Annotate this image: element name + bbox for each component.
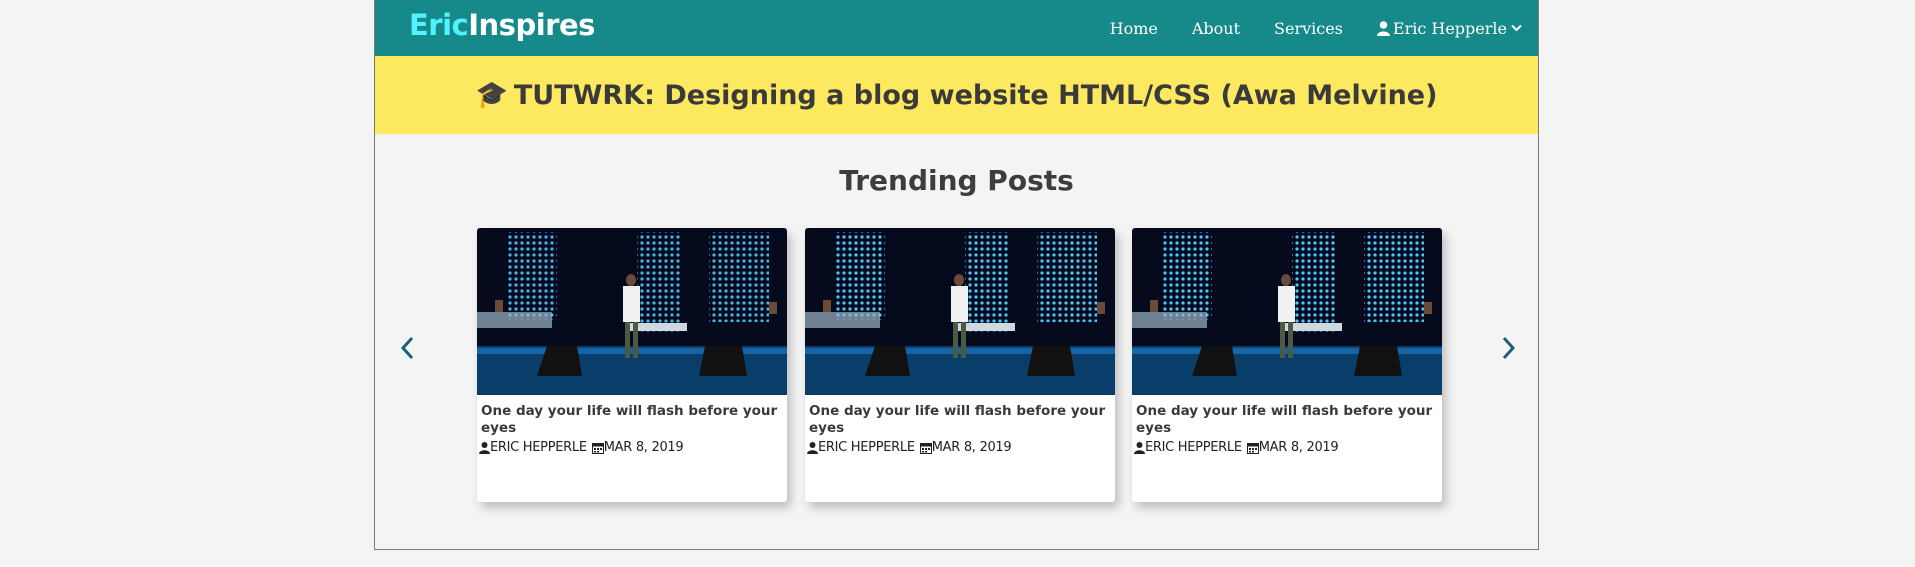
- user-menu[interactable]: Eric Hepperle: [1376, 18, 1522, 38]
- nav-home[interactable]: Home: [1110, 19, 1158, 38]
- post-meta: ERIC HEPPERLE MAR 8, 2019: [807, 440, 1115, 455]
- post-date: MAR 8, 2019: [931, 440, 1012, 455]
- graduation-cap-icon: 🎓: [475, 80, 508, 110]
- post-date: MAR 8, 2019: [603, 440, 684, 455]
- section-title: Trending Posts: [839, 164, 1074, 197]
- chevron-left-icon: [400, 336, 414, 360]
- carousel-prev-button[interactable]: [395, 333, 419, 363]
- user-icon: [807, 441, 818, 454]
- post-title[interactable]: One day your life will flash before your…: [1136, 403, 1438, 437]
- chevron-down-icon: [1511, 24, 1522, 32]
- announcement-banner: 🎓 TUTWRK: Designing a blog website HTML/…: [375, 56, 1538, 134]
- post-card[interactable]: One day your life will flash before your…: [1132, 228, 1442, 502]
- user-icon: [1376, 20, 1390, 36]
- post-card[interactable]: One day your life will flash before your…: [805, 228, 1115, 502]
- page-frame: EricInspires Home About Services Eric He…: [374, 0, 1539, 550]
- calendar-icon: [591, 442, 604, 454]
- post-author: ERIC HEPPERLE: [1145, 440, 1242, 455]
- post-image[interactable]: [477, 228, 787, 395]
- calendar-icon: [1246, 442, 1259, 454]
- post-image[interactable]: [805, 228, 1115, 395]
- logo-part-1: Eric: [409, 8, 469, 42]
- post-meta: ERIC HEPPERLE MAR 8, 2019: [479, 440, 787, 455]
- post-author: ERIC HEPPERLE: [490, 440, 587, 455]
- post-title[interactable]: One day your life will flash before your…: [481, 403, 783, 437]
- banner-title: TUTWRK: Designing a blog website HTML/CS…: [513, 79, 1438, 111]
- carousel-next-button[interactable]: [1497, 333, 1521, 363]
- user-icon: [1134, 441, 1145, 454]
- post-title[interactable]: One day your life will flash before your…: [809, 403, 1111, 437]
- site-logo[interactable]: EricInspires: [409, 8, 595, 42]
- user-menu-label: Eric Hepperle: [1392, 18, 1507, 38]
- calendar-icon: [919, 442, 932, 454]
- nav-services[interactable]: Services: [1274, 19, 1343, 38]
- nav-about[interactable]: About: [1192, 19, 1240, 38]
- user-icon: [479, 441, 490, 454]
- post-image[interactable]: [1132, 228, 1442, 395]
- post-card[interactable]: One day your life will flash before your…: [477, 228, 787, 502]
- navbar: EricInspires Home About Services Eric He…: [375, 0, 1538, 56]
- logo-part-2: Inspires: [468, 8, 595, 42]
- chevron-right-icon: [1502, 336, 1516, 360]
- main-nav: Home About Services Eric Hepperle: [1076, 0, 1522, 56]
- post-meta: ERIC HEPPERLE MAR 8, 2019: [1134, 440, 1442, 455]
- post-author: ERIC HEPPERLE: [818, 440, 915, 455]
- post-date: MAR 8, 2019: [1258, 440, 1339, 455]
